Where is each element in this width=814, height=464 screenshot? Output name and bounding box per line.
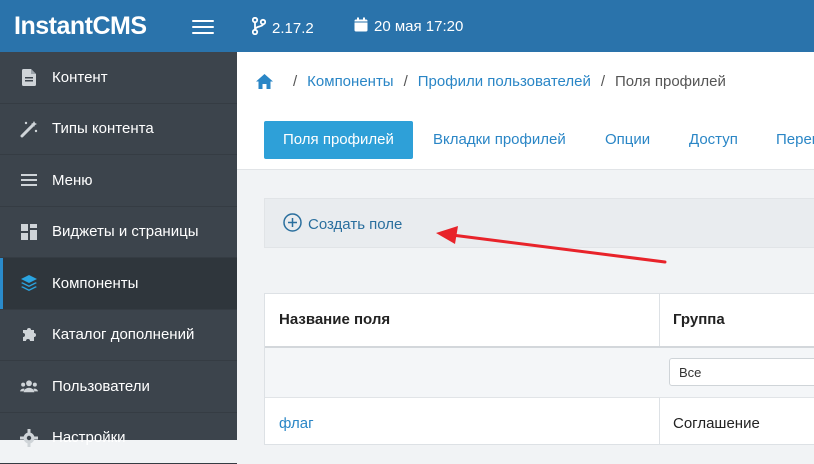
sidebar-item-menu[interactable]: Меню bbox=[0, 155, 237, 207]
magic-wand-icon bbox=[20, 120, 38, 138]
create-field-button[interactable]: Создать поле bbox=[283, 213, 402, 236]
layers-icon bbox=[20, 274, 38, 292]
users-icon bbox=[20, 377, 38, 395]
column-header-group[interactable]: Группа bbox=[659, 294, 725, 346]
top-bar: InstantCMS 2.17.2 20 мая 17:20 bbox=[0, 0, 814, 52]
group-filter-select[interactable]: Все bbox=[669, 358, 814, 386]
breadcrumb-separator: / bbox=[404, 73, 408, 90]
sidebar-item-label: Контент bbox=[52, 69, 108, 86]
sidebar: Контент Типы контента Меню Виджеты и стр… bbox=[0, 52, 237, 440]
tab-translation[interactable]: Перевод bbox=[776, 121, 814, 159]
fields-table: Название поля Группа Все флаг Соглашение bbox=[264, 293, 814, 445]
sidebar-item-widgets[interactable]: Виджеты и страницы bbox=[0, 207, 237, 259]
home-icon[interactable] bbox=[256, 74, 273, 89]
menu-toggle-icon[interactable] bbox=[192, 16, 214, 36]
breadcrumb-current: Поля профилей bbox=[615, 73, 726, 90]
plus-circle-icon bbox=[283, 213, 302, 236]
sidebar-item-content-types[interactable]: Типы контента bbox=[0, 104, 237, 156]
tabs-bar: Поля профилей Вкладки профилей Опции Дос… bbox=[237, 111, 814, 170]
tab-profile-tabs[interactable]: Вкладки профилей bbox=[433, 121, 566, 159]
gear-icon bbox=[20, 429, 38, 447]
sidebar-item-components[interactable]: Компоненты bbox=[0, 258, 237, 310]
sidebar-item-label: Типы контента bbox=[52, 120, 154, 137]
sidebar-item-users[interactable]: Пользователи bbox=[0, 361, 237, 413]
sidebar-item-label: Виджеты и страницы bbox=[52, 223, 198, 240]
git-branch-icon bbox=[252, 17, 266, 39]
breadcrumb-separator: / bbox=[601, 73, 605, 90]
sidebar-item-addons-catalog[interactable]: Каталог дополнений bbox=[0, 310, 237, 362]
breadcrumb-user-profiles[interactable]: Профили пользователей bbox=[418, 73, 591, 90]
filter-row: Все bbox=[265, 348, 814, 398]
tab-access[interactable]: Доступ bbox=[689, 121, 738, 159]
version-info[interactable]: 2.17.2 bbox=[252, 17, 314, 39]
datetime-text: 20 мая 17:20 bbox=[374, 18, 463, 35]
tab-options[interactable]: Опции bbox=[605, 121, 650, 159]
logo[interactable]: InstantCMS bbox=[14, 12, 147, 41]
sidebar-item-label: Пользователи bbox=[52, 378, 150, 395]
puzzle-icon bbox=[20, 326, 38, 344]
grid-icon bbox=[20, 223, 38, 241]
version-text: 2.17.2 bbox=[272, 20, 314, 37]
sidebar-item-content[interactable]: Контент bbox=[0, 52, 237, 104]
bars-icon bbox=[20, 171, 38, 189]
table-cell-field-name[interactable]: флаг bbox=[265, 404, 314, 444]
breadcrumb-separator: / bbox=[293, 73, 297, 90]
breadcrumb-components[interactable]: Компоненты bbox=[307, 73, 393, 90]
sidebar-item-label: Компоненты bbox=[52, 275, 138, 292]
datetime-info: 20 мая 17:20 bbox=[354, 17, 463, 36]
sidebar-item-label: Меню bbox=[52, 172, 93, 189]
file-icon bbox=[20, 68, 38, 86]
create-field-label: Создать поле bbox=[308, 216, 402, 233]
action-bar: Создать поле bbox=[264, 198, 814, 248]
column-header-field-name[interactable]: Название поля bbox=[265, 294, 390, 346]
table-cell-group: Соглашение bbox=[659, 404, 760, 444]
sidebar-item-label: Каталог дополнений bbox=[52, 326, 194, 343]
breadcrumb: / Компоненты / Профили пользователей / П… bbox=[237, 52, 814, 112]
tab-profile-fields[interactable]: Поля профилей bbox=[264, 121, 413, 159]
calendar-icon bbox=[354, 17, 368, 36]
sidebar-item-label: Настройки bbox=[52, 429, 126, 446]
sidebar-item-settings[interactable]: Настройки bbox=[0, 413, 237, 464]
